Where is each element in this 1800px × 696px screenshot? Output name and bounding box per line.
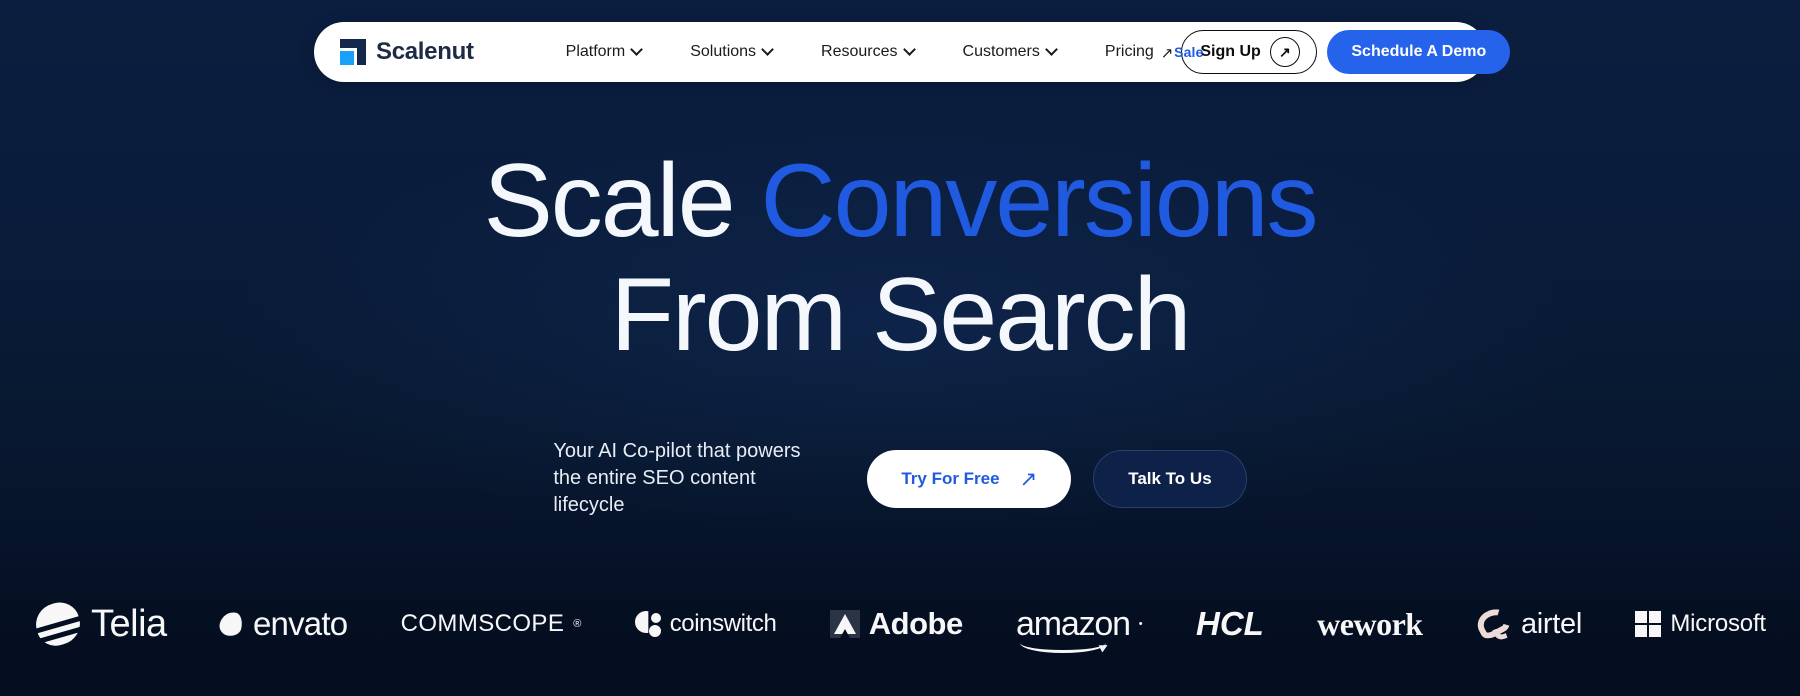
try-for-free-label: Try For Free [901, 468, 1000, 488]
registered-mark: ® [573, 618, 582, 630]
talk-to-us-button[interactable]: Talk To Us [1093, 449, 1247, 508]
client-logo-label: airtel [1520, 607, 1582, 640]
nav-label-resources: Resources [821, 43, 898, 60]
nav-label-pricing: Pricing [1104, 43, 1154, 60]
headline-line-2: From Search [610, 257, 1191, 374]
hero-subrow: Your AI Co-pilot that powers the entire … [0, 438, 1800, 519]
client-logo-commscope: COMMSCOPE ® [401, 610, 582, 638]
navbar: Scalenut Platform Solutions Resources Cu… [314, 22, 1511, 82]
chevron-down-icon [1047, 45, 1057, 55]
client-logo-label: wework [1317, 605, 1423, 642]
nav-label-solutions: Solutions [690, 43, 757, 60]
arrow-up-right-circle-icon: ↗ [1269, 37, 1300, 67]
amazon-smile-icon [1020, 633, 1107, 653]
headline-word-conversions: Conversions [760, 143, 1319, 259]
client-logo-label: Microsoft [1670, 610, 1766, 637]
nav-item-customers[interactable]: Customers [939, 43, 1081, 61]
client-logo-wework: wework [1317, 605, 1423, 643]
arrow-up-right-icon: ↗ [1019, 468, 1038, 491]
client-logo-hcl: HCL [1196, 605, 1264, 643]
scalenut-logo-icon [340, 39, 366, 65]
client-logo-label: Telia [91, 602, 167, 645]
nav-item-solutions[interactable]: Solutions [666, 43, 797, 61]
nav-links: Platform Solutions Resources Customers P… [542, 43, 1204, 62]
try-for-free-button[interactable]: Try For Free ↗ [867, 449, 1072, 508]
nav-label-platform: Platform [565, 43, 626, 60]
brand-name: Scalenut [376, 38, 474, 65]
brand-logo[interactable]: Scalenut [340, 38, 474, 66]
talk-to-us-label: Talk To Us [1128, 468, 1212, 488]
navbar-container: Scalenut Platform Solutions Resources Cu… [0, 22, 1800, 82]
client-logo-airtel: airtel [1472, 604, 1582, 642]
client-logo-amazon: amazon • [1016, 605, 1143, 653]
telia-ellipse-icon [34, 602, 82, 646]
headline-word-scale: Scale [483, 143, 735, 259]
client-logo-strip: Telia envato COMMSCOPE ® coinswitch Adob… [0, 552, 1800, 696]
chevron-down-icon [763, 45, 773, 55]
page-title: Scale Conversions From Search [0, 143, 1800, 374]
hero-cta-group: Try For Free ↗ Talk To Us [867, 449, 1247, 508]
client-logo-label: Adobe [868, 606, 963, 641]
registered-mark: • [1138, 618, 1143, 630]
client-logo-coinswitch: coinswitch [634, 610, 777, 638]
client-logo-label: envato [253, 605, 348, 642]
schedule-demo-label: Schedule A Demo [1351, 43, 1487, 60]
client-logo-label: COMMSCOPE [400, 610, 565, 637]
nav-label-customers: Customers [962, 43, 1040, 60]
schedule-demo-button[interactable]: Schedule A Demo [1327, 30, 1511, 74]
client-logo-label: HCL [1196, 605, 1264, 642]
envato-leaf-icon [217, 609, 245, 639]
sale-badge: Sale [1174, 44, 1204, 60]
sign-up-label: Sign Up [1200, 43, 1261, 60]
airtel-swirl-icon [1472, 604, 1514, 642]
hero-section: Scale Conversions From Search [0, 143, 1800, 374]
client-logo-adobe: Adobe [829, 606, 963, 642]
client-logo-telia: Telia [34, 602, 167, 646]
client-logo-microsoft: Microsoft [1635, 610, 1766, 638]
coinswitch-icon [634, 611, 661, 637]
nav-item-resources[interactable]: Resources [797, 43, 938, 61]
microsoft-squares-icon [1635, 611, 1662, 637]
page-background: Scalenut Platform Solutions Resources Cu… [0, 0, 1800, 696]
chevron-down-icon [632, 45, 642, 55]
nav-actions: Sign Up ↗ Schedule A Demo [1181, 30, 1511, 74]
client-logo-label: coinswitch [669, 610, 777, 637]
hero-subtext: Your AI Co-pilot that powers the entire … [553, 440, 801, 516]
chevron-down-icon [905, 45, 915, 55]
nav-item-platform[interactable]: Platform [542, 43, 667, 61]
client-logo-envato: envato [217, 605, 348, 643]
arrow-up-right-icon: ↗ [1160, 44, 1174, 62]
adobe-a-icon [829, 610, 860, 638]
nav-item-pricing[interactable]: Pricing ↗ Sale [1081, 43, 1203, 62]
